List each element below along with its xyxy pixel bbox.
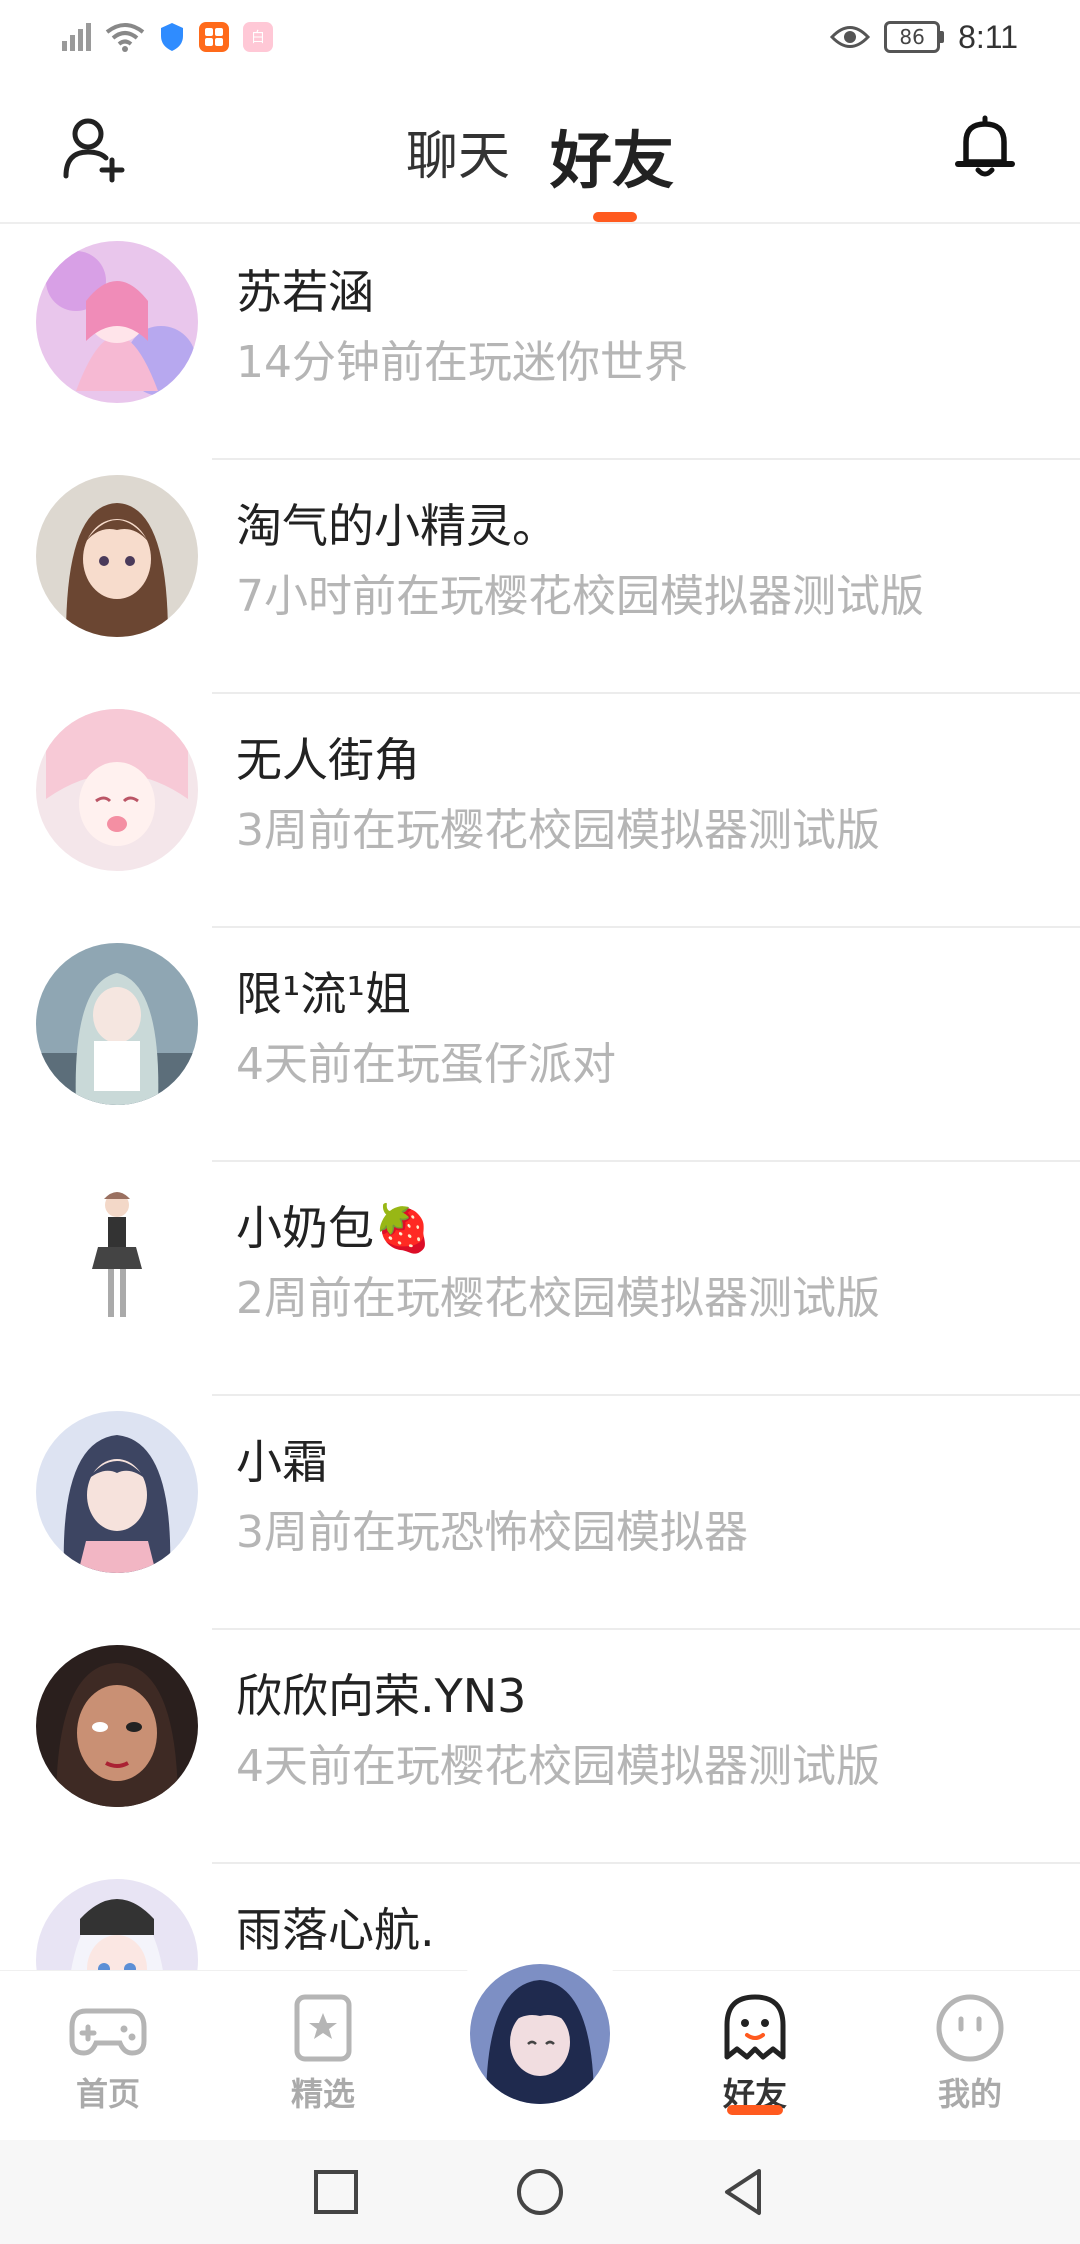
friend-name: 无人街角 <box>236 733 420 787</box>
ghost-icon <box>724 1994 786 2060</box>
friend-status: 2周前在玩樱花校园模拟器测试版 <box>236 1273 880 1324</box>
nav-me[interactable]: 我的 <box>890 1993 1050 2115</box>
signal-icon <box>62 23 91 51</box>
back-icon[interactable] <box>717 2165 771 2219</box>
eye-icon <box>830 26 871 48</box>
gamepad-icon <box>69 2008 147 2056</box>
app-badge-text: 白 <box>251 30 265 46</box>
avatar[interactable] <box>36 709 198 871</box>
battery-level: 86 <box>899 25 925 49</box>
center-avatar-button[interactable] <box>466 1960 614 2108</box>
friend-item[interactable]: 苏若涵 14分钟前在玩迷你世界 <box>0 226 1080 460</box>
shield-icon <box>161 23 183 51</box>
friend-status: 3周前在玩樱花校园模拟器测试版 <box>236 805 880 856</box>
friend-item[interactable]: 无人街角 3周前在玩樱花校园模拟器测试版 <box>0 694 1080 928</box>
friend-status: 3周前在玩恐怖校园模拟器 <box>236 1507 748 1558</box>
friend-item[interactable]: 小奶包🍓 2周前在玩樱花校园模拟器测试版 <box>0 1162 1080 1396</box>
nav-home[interactable]: 首页 <box>28 1993 188 2115</box>
avatar[interactable] <box>36 943 198 1105</box>
avatar[interactable] <box>36 475 198 637</box>
avatar[interactable] <box>36 1411 198 1573</box>
recent-apps-icon[interactable] <box>309 2165 363 2219</box>
nav-featured-label: 精选 <box>290 2075 355 2113</box>
avatar[interactable] <box>36 241 198 403</box>
tab-bar: 聊天 好友 <box>0 114 1080 204</box>
tab-chat[interactable]: 聊天 <box>406 114 510 204</box>
friend-name: 限¹流¹姐 <box>236 967 411 1021</box>
bell-icon[interactable] <box>950 112 1020 182</box>
friend-name: 小霜 <box>236 1435 328 1489</box>
friend-status: 4天前在玩樱花校园模拟器测试版 <box>236 1741 880 1792</box>
status-right: 86 8:11 <box>830 19 1018 56</box>
friend-item[interactable]: 小霜 3周前在玩恐怖校园模拟器 <box>0 1396 1080 1630</box>
friend-name: 淘气的小精灵。 <box>236 499 558 553</box>
friend-name: 小奶包🍓 <box>236 1201 432 1255</box>
active-tab-indicator <box>593 212 637 222</box>
status-bar: 白 86 8:11 <box>0 0 1080 74</box>
friend-name: 雨落心航. <box>236 1903 435 1957</box>
status-left: 白 <box>62 22 273 52</box>
app-notification-icon-2: 白 <box>243 22 273 52</box>
nav-home-label: 首页 <box>75 2075 140 2113</box>
friend-item[interactable]: 淘气的小精灵。 7小时前在玩樱花校园模拟器测试版 <box>0 460 1080 694</box>
battery-icon: 86 <box>884 21 945 53</box>
app-notification-icon <box>199 22 229 52</box>
friend-status: 7小时前在玩樱花校园模拟器测试版 <box>236 571 924 622</box>
wifi-icon <box>105 23 145 52</box>
nav-friends[interactable]: 好友 <box>675 1993 835 2115</box>
friend-status: 14分钟前在玩迷你世界 <box>236 337 688 388</box>
tab-friends[interactable]: 好友 <box>550 110 674 200</box>
friend-name: 欣欣向荣.YN3 <box>236 1669 527 1723</box>
home-icon[interactable] <box>513 2165 567 2219</box>
system-nav-bar <box>0 2140 1080 2244</box>
friend-list: 苏若涵 14分钟前在玩迷你世界 淘气的小精灵。 7小时前在玩樱花校园模拟器测试版 <box>0 226 1080 1970</box>
friend-name: 苏若涵 <box>236 265 374 319</box>
avatar[interactable] <box>36 1879 198 1970</box>
nav-active-indicator <box>727 2105 783 2115</box>
friend-status: 4天前在玩蛋仔派对 <box>236 1039 616 1090</box>
bookmark-star-icon <box>294 1994 352 2062</box>
nav-featured[interactable]: 精选 <box>243 1993 403 2115</box>
smiley-icon <box>936 1994 1004 2062</box>
friend-item[interactable]: 限¹流¹姐 4天前在玩蛋仔派对 <box>0 928 1080 1162</box>
friend-item[interactable]: 欣欣向荣.YN3 4天前在玩樱花校园模拟器测试版 <box>0 1630 1080 1864</box>
avatar[interactable] <box>36 1645 198 1807</box>
nav-me-label: 我的 <box>937 2075 1002 2113</box>
avatar[interactable] <box>36 1177 198 1339</box>
header: 聊天 好友 <box>0 74 1080 224</box>
clock: 8:11 <box>958 18 1018 55</box>
